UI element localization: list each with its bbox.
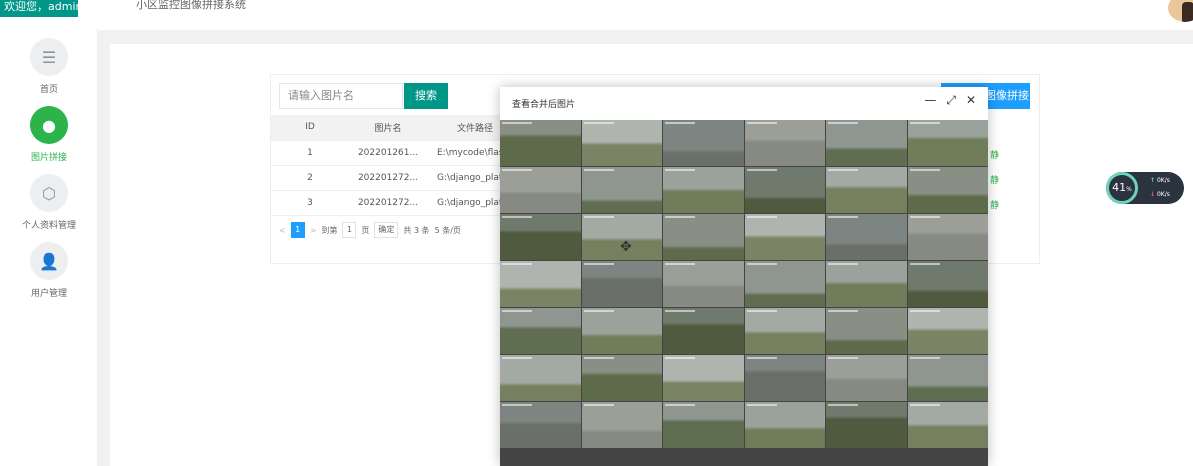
mosaic-tile: [826, 261, 907, 307]
page-button-current[interactable]: 1: [290, 222, 305, 238]
column-header-name[interactable]: 图片名: [349, 115, 427, 141]
mosaic-tile: [744, 261, 825, 307]
sidebar-item-home[interactable]: ☰ 首页: [0, 38, 98, 95]
mosaic-tile: [581, 167, 662, 213]
cube-icon: ⬡: [30, 174, 68, 212]
mosaic-tile: [581, 120, 662, 166]
mosaic-tile: [663, 261, 744, 307]
mosaic-tile: [663, 214, 744, 260]
merged-image-mosaic: [500, 120, 988, 466]
merged-image-dialog: 查看合并后图片 — ⤢ ✕: [500, 87, 988, 466]
mosaic-tile: [500, 167, 581, 213]
goto-label: 到第: [321, 225, 338, 235]
cell-name: 202201272...: [349, 190, 427, 216]
mosaic-tile: [581, 261, 662, 307]
mosaic-tile: [744, 120, 825, 166]
mosaic-tile: [663, 308, 744, 354]
cell-name: 202201261...: [349, 140, 427, 166]
mosaic-tile: [581, 308, 662, 354]
dialog-title: 查看合并后图片: [512, 100, 576, 110]
mosaic-tile: [744, 402, 825, 448]
mosaic-tile: [744, 167, 825, 213]
mosaic-tile: [826, 402, 907, 448]
mosaic-tile: [744, 355, 825, 401]
mosaic-tile: [907, 355, 988, 401]
mosaic-tile: [500, 355, 581, 401]
mosaic-tile: [581, 402, 662, 448]
pagination: < 1 > 到第 1 页 确定 共 3 条 5 条/页: [279, 222, 461, 238]
cell-id: 2: [271, 165, 349, 191]
mosaic-tile: [907, 167, 988, 213]
sidebar-item-profile[interactable]: ⬡ 个人资料管理: [0, 174, 98, 231]
mosaic-tile: [663, 167, 744, 213]
mosaic-tile: [907, 261, 988, 307]
dialog-controls: — ⤢ ✕: [924, 93, 976, 108]
total-count: 共 3 条: [403, 225, 430, 235]
minimize-icon[interactable]: —: [924, 93, 936, 108]
mosaic-tile: [500, 214, 581, 260]
mosaic-tile: [500, 308, 581, 354]
upload-speed: ↑ 0K/s: [1150, 177, 1170, 184]
download-speed: ↓ 0K/s: [1150, 191, 1170, 198]
page-unit-label: 页: [361, 225, 370, 235]
mosaic-tile: [826, 214, 907, 260]
mosaic-tile: [744, 214, 825, 260]
sidebar-item-users[interactable]: 👤 用户管理: [0, 242, 98, 299]
sidebar-item-image-stitch[interactable]: ● 图片拼接: [0, 106, 98, 163]
maximize-icon[interactable]: ⤢: [946, 93, 956, 108]
mosaic-tile: [907, 308, 988, 354]
sidebar-item-label: 首页: [39, 85, 58, 95]
mosaic-tile: [826, 120, 907, 166]
cell-id: 1: [271, 140, 349, 166]
mosaic-tile: [826, 308, 907, 354]
row-action-link[interactable]: 静: [990, 148, 999, 161]
sidebar: ☰ 首页 ● 图片拼接 ⬡ 个人资料管理 👤 用户管理: [0, 28, 98, 466]
page-size-select[interactable]: 5 条/页: [435, 225, 461, 236]
mosaic-tile: [744, 308, 825, 354]
avatar[interactable]: [1168, 0, 1193, 22]
search-button[interactable]: 搜索: [404, 83, 448, 109]
home-icon: ☰: [30, 38, 68, 76]
sidebar-item-label: 个人资料管理: [21, 221, 76, 231]
cell-name: 202201272...: [349, 165, 427, 191]
search-input[interactable]: 请输入图片名: [279, 83, 403, 109]
mosaic-tile: [907, 214, 988, 260]
mosaic-tile: [500, 120, 581, 166]
system-title: 小区监控图像拼接系统: [136, 0, 246, 11]
welcome-text: 欢迎您，admin: [0, 0, 78, 17]
goto-confirm-button[interactable]: 确定: [374, 222, 399, 238]
sidebar-item-label: 用户管理: [30, 289, 67, 299]
mosaic-tile: [500, 402, 581, 448]
cpu-percent-gauge: 41%: [1106, 172, 1138, 204]
mosaic-tile: [826, 167, 907, 213]
prev-page-button[interactable]: <: [279, 226, 286, 235]
cell-id: 3: [271, 190, 349, 216]
next-page-button[interactable]: >: [310, 226, 317, 235]
mosaic-tile: [907, 120, 988, 166]
chat-icon: ●: [30, 106, 68, 144]
page-number-input[interactable]: 1: [342, 222, 357, 238]
mosaic-tile: [663, 402, 744, 448]
mosaic-tile: [500, 261, 581, 307]
mosaic-tile: [663, 355, 744, 401]
sidebar-item-label: 图片拼接: [30, 153, 67, 163]
mosaic-tile: [826, 355, 907, 401]
mosaic-tile: [663, 120, 744, 166]
close-icon[interactable]: ✕: [966, 93, 976, 108]
mosaic-tile: [581, 355, 662, 401]
move-cursor-icon: ✥: [620, 239, 632, 255]
column-header-id[interactable]: ID: [271, 115, 349, 141]
row-action-link[interactable]: 静: [990, 173, 999, 186]
mosaic-tile: [907, 402, 988, 448]
user-icon: 👤: [30, 242, 68, 280]
row-action-link[interactable]: 静: [990, 198, 999, 211]
